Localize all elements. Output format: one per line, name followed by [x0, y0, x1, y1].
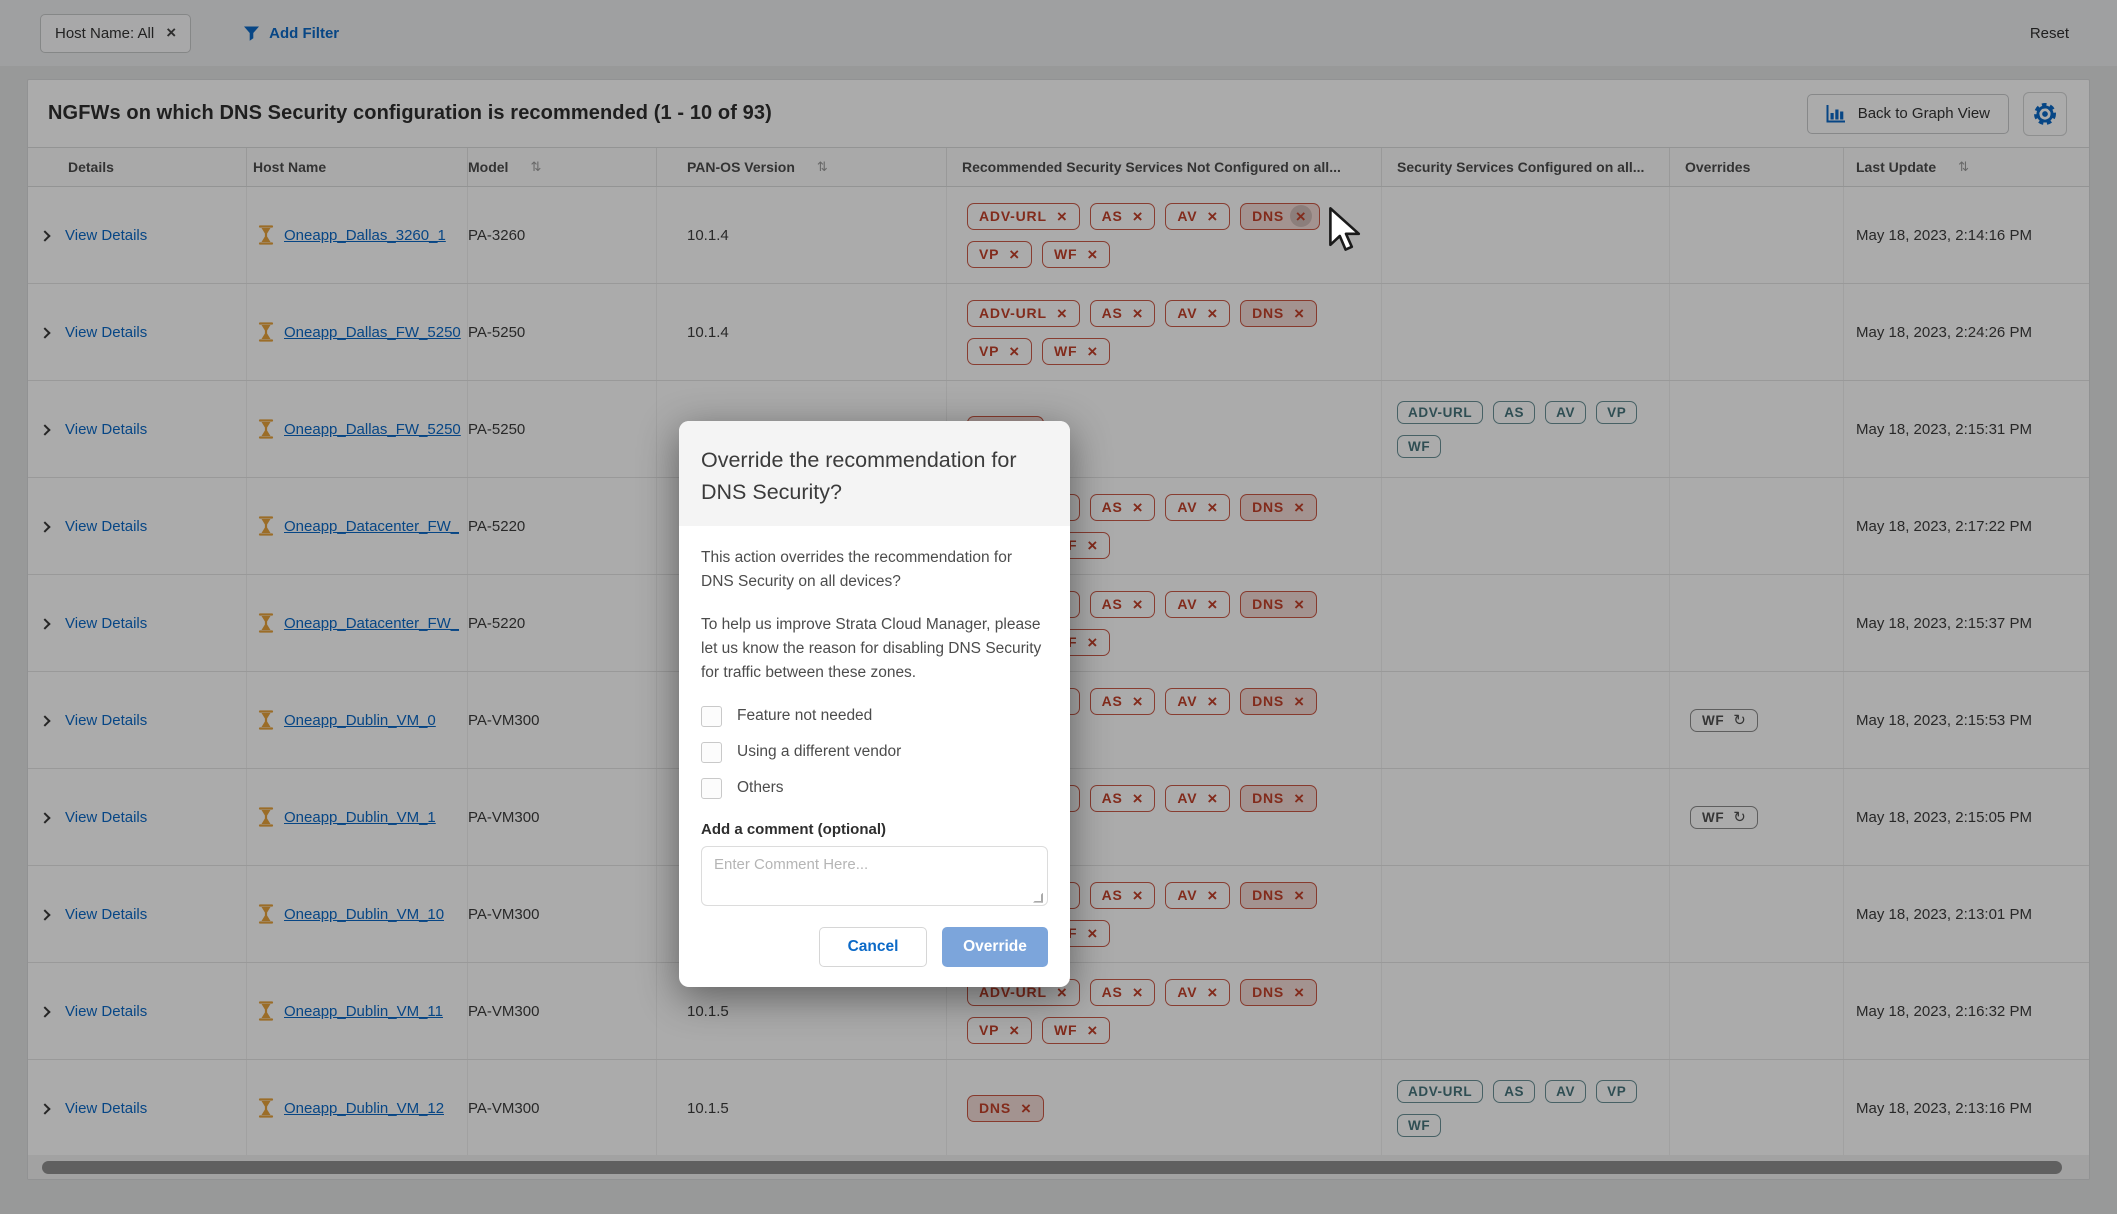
dialog-header: Override the recommendation for DNS Secu…: [679, 421, 1070, 526]
reason-option-label: Using a different vendor: [737, 743, 901, 761]
reason-option[interactable]: Using a different vendor: [701, 742, 1048, 763]
checkbox[interactable]: [701, 706, 722, 727]
comment-input[interactable]: [701, 846, 1048, 906]
override-button[interactable]: Override: [942, 927, 1048, 967]
reason-options: Feature not needed Using a different vend…: [701, 706, 1048, 799]
reason-option-label: Others: [737, 779, 784, 797]
dialog-message-secondary: To help us improve Strata Cloud Manager,…: [701, 613, 1048, 685]
reason-option[interactable]: Others: [701, 778, 1048, 799]
override-dialog: Override the recommendation for DNS Secu…: [679, 421, 1070, 987]
reason-option-label: Feature not needed: [737, 707, 872, 725]
reason-option[interactable]: Feature not needed: [701, 706, 1048, 727]
checkbox[interactable]: [701, 742, 722, 763]
dialog-message-primary: This action overrides the recommendation…: [701, 546, 1048, 594]
comment-label: Add a comment (optional): [701, 821, 1048, 838]
dialog-title: Override the recommendation for DNS Secu…: [701, 444, 1048, 509]
dialog-footer: Cancel Override: [679, 927, 1070, 987]
cancel-button[interactable]: Cancel: [819, 927, 927, 967]
checkbox[interactable]: [701, 778, 722, 799]
dialog-body: This action overrides the recommendation…: [679, 526, 1070, 928]
